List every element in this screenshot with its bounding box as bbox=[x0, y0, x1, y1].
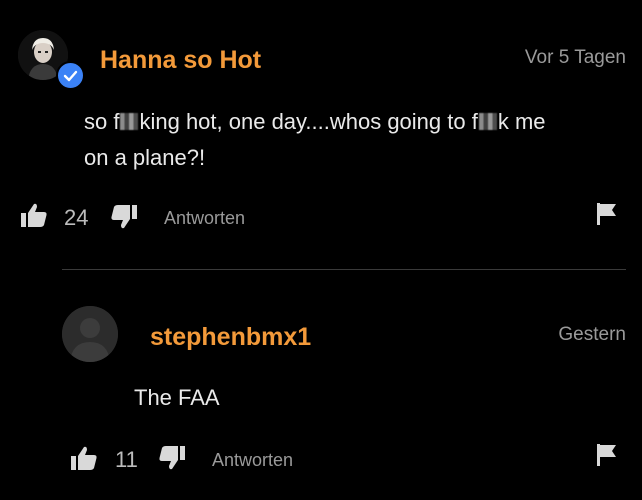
thumbs-up-icon[interactable] bbox=[20, 202, 48, 228]
avatar[interactable] bbox=[62, 306, 118, 362]
thumbs-down-icon[interactable] bbox=[110, 204, 138, 230]
reply-button[interactable]: Antworten bbox=[164, 208, 245, 229]
censored-blur bbox=[120, 113, 139, 130]
comment-text-part: king hot, one day....whos going to f bbox=[139, 109, 478, 134]
comment-timestamp: Gestern bbox=[558, 324, 626, 345]
verified-badge-icon bbox=[56, 61, 85, 90]
like-count: 11 bbox=[115, 447, 138, 472]
comment-text-part: k me bbox=[497, 109, 546, 134]
comment-username[interactable]: stephenbmx1 bbox=[150, 323, 311, 352]
like-count: 24 bbox=[64, 205, 89, 230]
comment-text: so f king hot, one day....whos going to f… bbox=[84, 104, 624, 176]
comment-text: The FAA bbox=[134, 385, 220, 410]
censored-blur bbox=[478, 113, 497, 130]
comment-text-part: so f bbox=[84, 109, 120, 134]
comment-timestamp: Vor 5 Tagen bbox=[524, 47, 626, 68]
thumbs-up-icon[interactable] bbox=[70, 445, 98, 471]
default-avatar-icon bbox=[62, 306, 118, 362]
thumbs-down-icon[interactable] bbox=[158, 445, 186, 471]
divider bbox=[62, 269, 626, 270]
flag-icon[interactable] bbox=[596, 443, 618, 467]
flag-icon[interactable] bbox=[596, 202, 618, 226]
reply-button[interactable]: Antworten bbox=[212, 450, 293, 471]
comment-text-part: on a plane?! bbox=[84, 145, 206, 170]
comment-username[interactable]: Hanna so Hot bbox=[100, 46, 261, 75]
